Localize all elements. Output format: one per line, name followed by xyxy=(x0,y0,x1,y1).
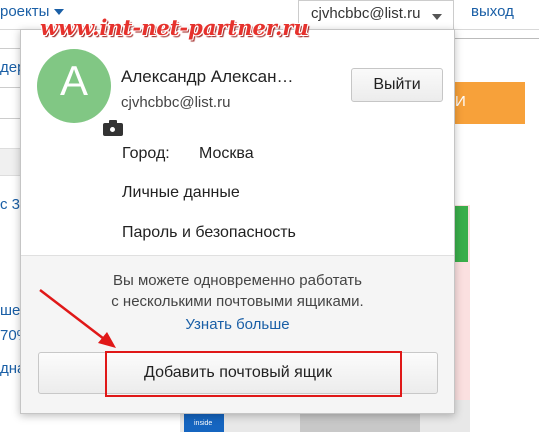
arrow-line xyxy=(39,289,109,343)
annotation-arrow xyxy=(39,289,116,348)
arrow-head-icon xyxy=(98,332,116,348)
